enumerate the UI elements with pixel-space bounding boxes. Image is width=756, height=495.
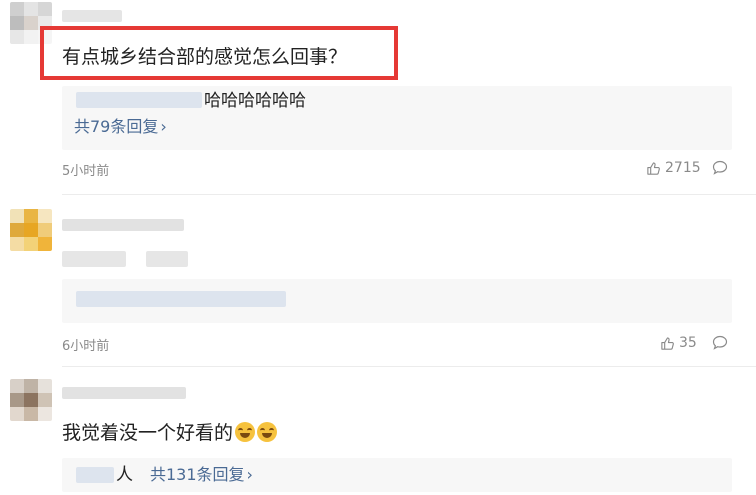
comment-time: 6小时前 — [62, 339, 110, 354]
comment-time: 5小时前 — [62, 164, 110, 179]
comment-item: 有点城乡结合部的感觉怎么回事？ 哈哈哈哈哈哈 共79条回复 › 5小时前 2715 — [0, 0, 756, 195]
username-blurred[interactable] — [62, 10, 122, 22]
thumbs-up-icon — [647, 161, 660, 175]
like-button[interactable]: 35 — [660, 335, 697, 351]
reply-preview-box[interactable]: 人 共131条回复 › — [62, 458, 732, 492]
comment-text: 我觉着没一个好看的 — [62, 420, 278, 446]
username-blurred[interactable] — [62, 387, 186, 399]
chevron-right-icon: › — [246, 465, 253, 484]
username-blurred[interactable] — [62, 219, 184, 231]
view-replies-link[interactable]: 共131条回复 › — [150, 464, 253, 486]
reply-author-blurred — [76, 92, 202, 108]
reply-author-blurred — [76, 467, 114, 483]
reply-preview-box[interactable] — [62, 279, 732, 323]
chevron-right-icon: › — [160, 117, 167, 136]
like-button[interactable]: 2715 — [646, 160, 701, 176]
laughing-emoji-icon — [235, 422, 256, 442]
view-replies-label: 共79条回复 — [74, 117, 159, 136]
comment-text-blurred — [62, 251, 126, 267]
avatar[interactable] — [10, 209, 52, 251]
comment-item: 我觉着没一个好看的 人 共131条回复 › — [0, 367, 756, 495]
like-count: 2715 — [665, 160, 701, 176]
like-count: 35 — [679, 335, 697, 351]
reply-preview-text: 人 — [116, 465, 133, 485]
reply-button[interactable] — [712, 335, 728, 354]
avatar[interactable] — [10, 379, 52, 421]
highlight-box — [40, 26, 398, 80]
reply-preview-box[interactable]: 哈哈哈哈哈哈 共79条回复 › — [62, 86, 732, 150]
view-replies-link[interactable]: 共79条回复 › — [74, 116, 167, 138]
comment-text-content: 我觉着没一个好看的 — [62, 422, 234, 444]
comment-bubble-icon — [712, 335, 728, 350]
laughing-emoji-icon — [257, 422, 278, 442]
reply-preview-text: 哈哈哈哈哈哈 — [204, 91, 306, 111]
comment-feed: 有点城乡结合部的感觉怎么回事？ 哈哈哈哈哈哈 共79条回复 › 5小时前 2715 — [0, 0, 756, 495]
view-replies-label: 共131条回复 — [150, 465, 245, 484]
comment-text-blurred — [146, 251, 188, 267]
reply-button[interactable] — [712, 160, 728, 179]
comment-item: 6小时前 35 — [0, 195, 756, 367]
thumbs-up-icon — [661, 336, 674, 350]
reply-preview-blurred — [76, 291, 286, 307]
comment-bubble-icon — [712, 160, 728, 175]
